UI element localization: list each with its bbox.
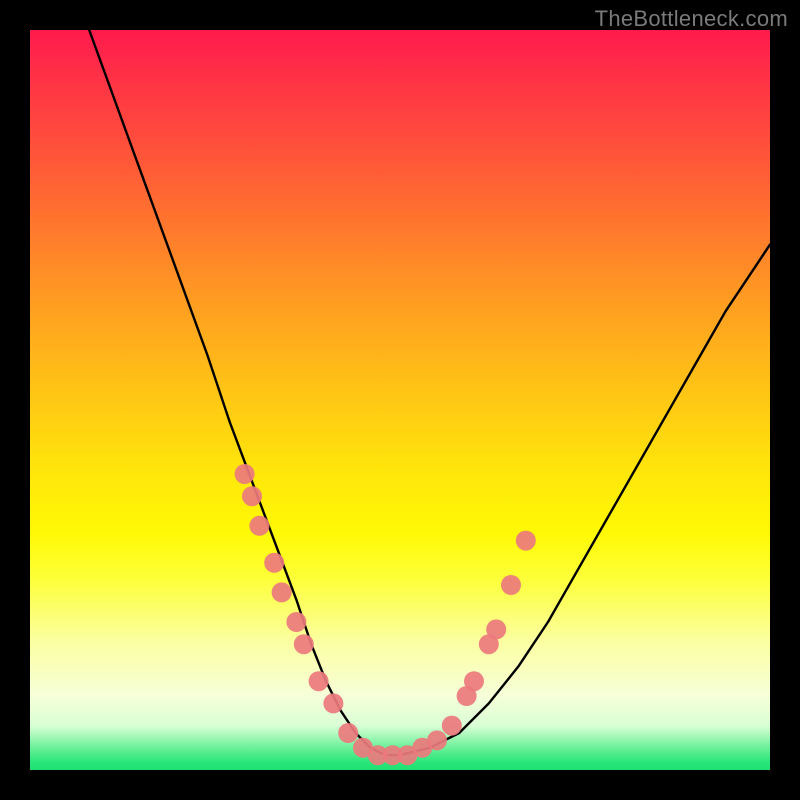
marker-point bbox=[427, 730, 447, 750]
plot-area bbox=[30, 30, 770, 770]
marker-point bbox=[338, 723, 358, 743]
marker-point bbox=[516, 531, 536, 551]
marker-point bbox=[242, 486, 262, 506]
marker-point bbox=[323, 693, 343, 713]
marker-point bbox=[264, 553, 284, 573]
marker-point bbox=[286, 612, 306, 632]
marker-point bbox=[501, 575, 521, 595]
marker-point bbox=[272, 582, 292, 602]
bottleneck-curve bbox=[89, 30, 770, 755]
marker-point bbox=[464, 671, 484, 691]
chart-frame: TheBottleneck.com bbox=[0, 0, 800, 800]
markers-layer bbox=[235, 464, 536, 765]
marker-point bbox=[309, 671, 329, 691]
curve-layer bbox=[89, 30, 770, 755]
chart-svg bbox=[30, 30, 770, 770]
marker-point bbox=[294, 634, 314, 654]
marker-point bbox=[442, 716, 462, 736]
marker-point bbox=[235, 464, 255, 484]
watermark-text: TheBottleneck.com bbox=[595, 6, 788, 32]
marker-point bbox=[486, 619, 506, 639]
marker-point bbox=[249, 516, 269, 536]
